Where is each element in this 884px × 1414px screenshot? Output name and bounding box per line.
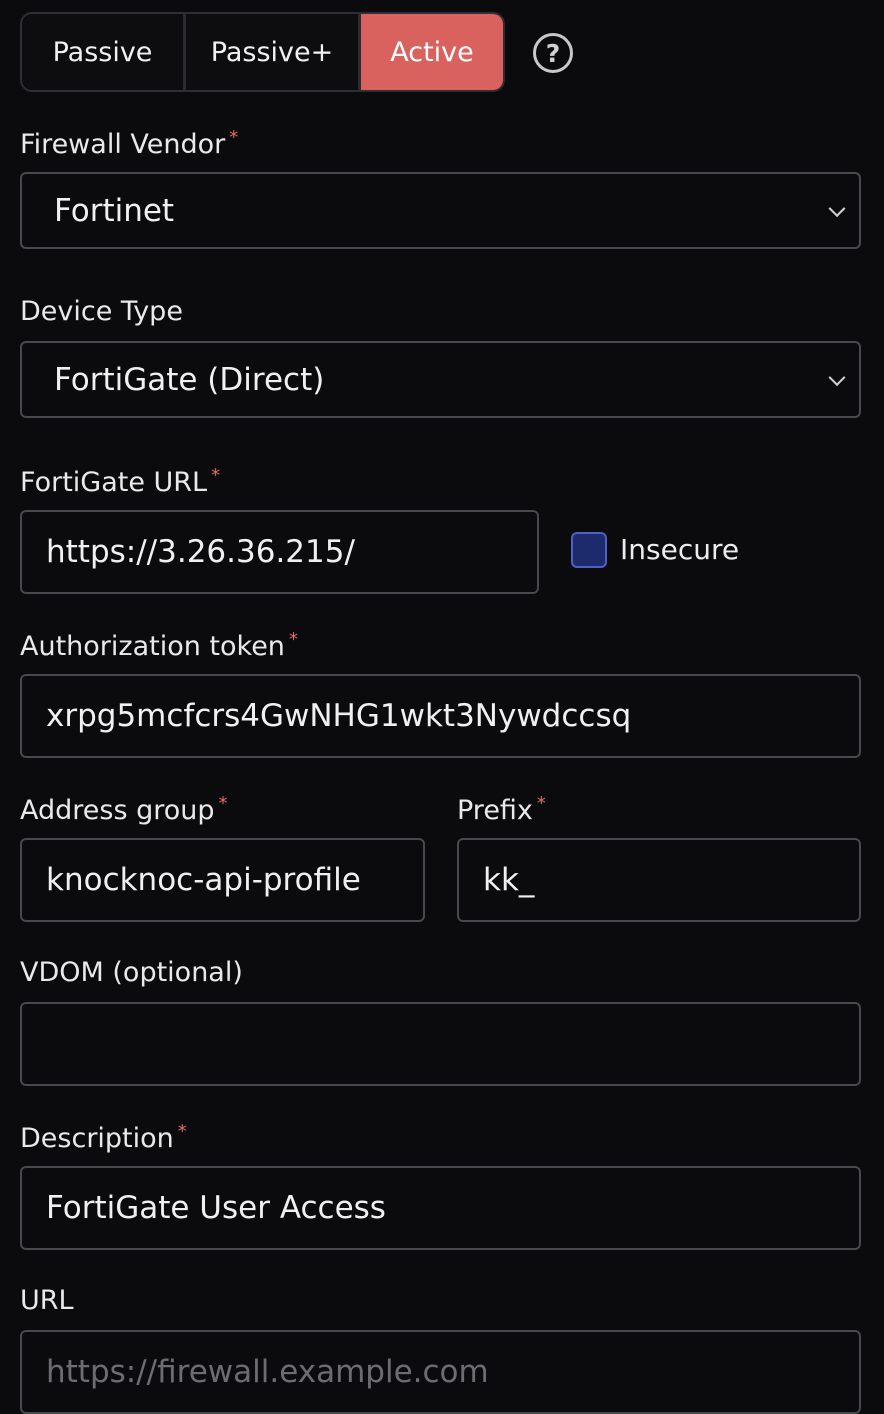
chevron-down-icon <box>828 368 846 386</box>
fortigate-url-input[interactable]: https://3.26.36.215/ <box>20 510 539 594</box>
fortigate-url-label: FortiGate URL * <box>20 465 221 498</box>
description-label: Description * <box>20 1121 187 1154</box>
required-marker: * <box>177 1121 187 1142</box>
firewall-vendor-label: Firewall Vendor * <box>20 127 239 160</box>
prefix-input[interactable]: kk_ <box>457 838 861 922</box>
chevron-down-icon <box>828 199 846 217</box>
url-placeholder: https://firewall.example.com <box>46 1354 489 1390</box>
mode-passive-plus-button[interactable]: Passive+ <box>186 14 361 90</box>
mode-active-button[interactable]: Active <box>361 14 503 90</box>
firewall-vendor-select[interactable]: Fortinet <box>20 172 861 249</box>
device-type-select[interactable]: FortiGate (Direct) <box>20 341 861 418</box>
description-input[interactable]: FortiGate User Access <box>20 1166 861 1250</box>
help-icon[interactable]: ? <box>533 33 573 73</box>
prefix-label: Prefix * <box>457 793 546 826</box>
url-input[interactable]: https://firewall.example.com <box>20 1330 861 1414</box>
vdom-label: VDOM (optional) <box>20 957 243 988</box>
authorization-token-label: Authorization token * <box>20 629 298 662</box>
mode-passive-button[interactable]: Passive <box>22 14 186 90</box>
address-group-label: Address group * <box>20 793 228 826</box>
mode-toggle: Passive Passive+ Active <box>20 12 505 92</box>
required-marker: * <box>536 793 546 814</box>
required-marker: * <box>218 793 228 814</box>
required-marker: * <box>229 127 239 148</box>
authorization-token-input[interactable]: xrpg5mcfcrs4GwNHG1wkt3Nywdccsq <box>20 674 861 758</box>
device-type-label: Device Type <box>20 296 183 327</box>
insecure-checkbox[interactable] <box>571 532 607 568</box>
vdom-input[interactable] <box>20 1002 861 1086</box>
address-group-input[interactable]: knocknoc-api-profile <box>20 838 425 922</box>
required-marker: * <box>288 629 298 650</box>
required-marker: * <box>211 465 221 486</box>
insecure-label[interactable]: Insecure <box>620 533 739 566</box>
url-label: URL <box>20 1285 74 1316</box>
